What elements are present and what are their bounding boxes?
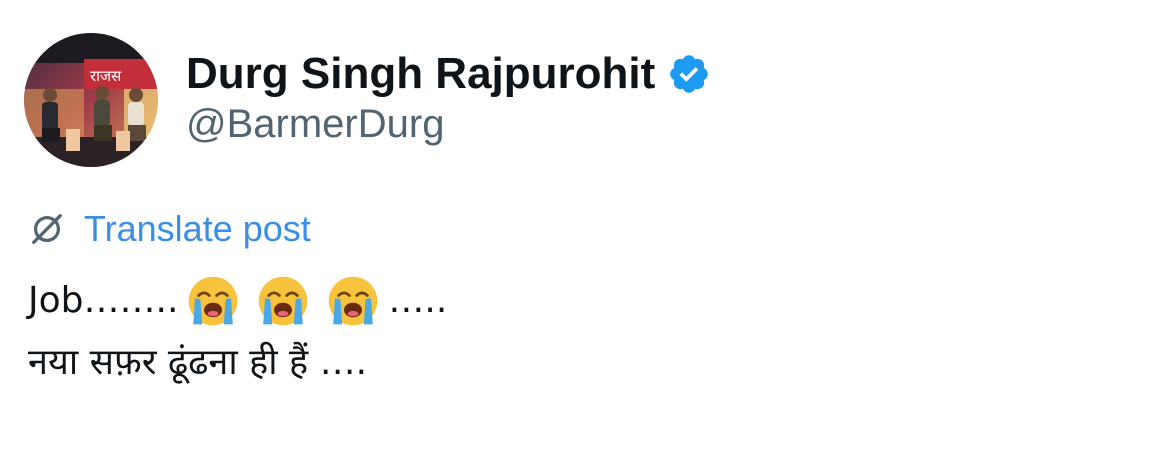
post-line-1: Job…….. ….. [28, 270, 1138, 332]
avatar-image: राजस [24, 33, 158, 167]
post-text: Job…….. ….. नया सफ़र ढूंढना ही हैं …. [28, 270, 1138, 394]
translate-post-label: Translate post [84, 208, 311, 249]
author-name-row: Durg Singh Rajpurohit [186, 46, 711, 102]
post-line-1-suffix: ….. [388, 280, 448, 321]
verified-badge-icon[interactable] [667, 52, 711, 96]
loudly-crying-face-icon [189, 276, 238, 326]
loudly-crying-face-icon [259, 276, 308, 326]
svg-text:राजस: राजस [90, 67, 122, 85]
post-line-2: नया सफ़र ढूंढना ही हैं …. [28, 342, 368, 383]
author-handle[interactable]: @BarmerDurg [186, 102, 444, 147]
translate-post-button[interactable]: Translate post [28, 206, 311, 252]
loudly-crying-face-icon [329, 276, 378, 326]
avatar[interactable]: राजस [24, 33, 158, 167]
author-display-name[interactable]: Durg Singh Rajpurohit [186, 49, 655, 99]
globe-slash-icon [32, 214, 62, 244]
post-line-1-prefix: Job…….. [28, 280, 179, 321]
